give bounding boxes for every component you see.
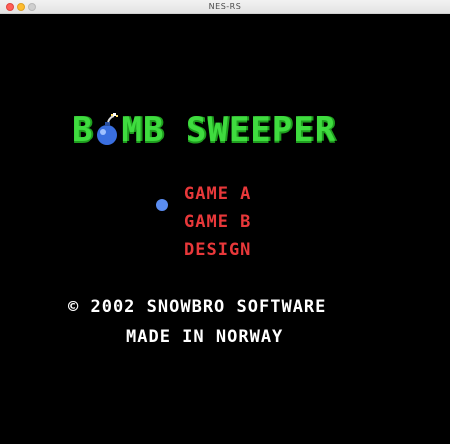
logo-letter-b: B <box>72 110 94 150</box>
made-in-text: MADE IN NORWAY <box>126 327 284 347</box>
game-logo: B MB SWEEPER <box>72 110 336 150</box>
logo-title-rest: MB SWEEPER <box>121 110 337 150</box>
emulator-window: NES-RS B MB SWEEPER GAME A GAME B DESIGN <box>0 0 450 444</box>
bomb-icon <box>94 113 120 147</box>
copyright-text: © 2002 SNOWBRO SOFTWARE <box>68 297 327 317</box>
menu-item-design[interactable]: DESIGN <box>184 240 251 260</box>
game-screen[interactable]: B MB SWEEPER GAME A GAME B DESIGN © 2002… <box>0 14 450 444</box>
menu-item-game-a[interactable]: GAME A <box>184 184 251 204</box>
window-title: NES-RS <box>208 2 242 11</box>
selector-dot-icon <box>156 199 168 211</box>
menu-item-game-b[interactable]: GAME B <box>184 212 251 232</box>
title-bar: NES-RS <box>0 0 450 14</box>
